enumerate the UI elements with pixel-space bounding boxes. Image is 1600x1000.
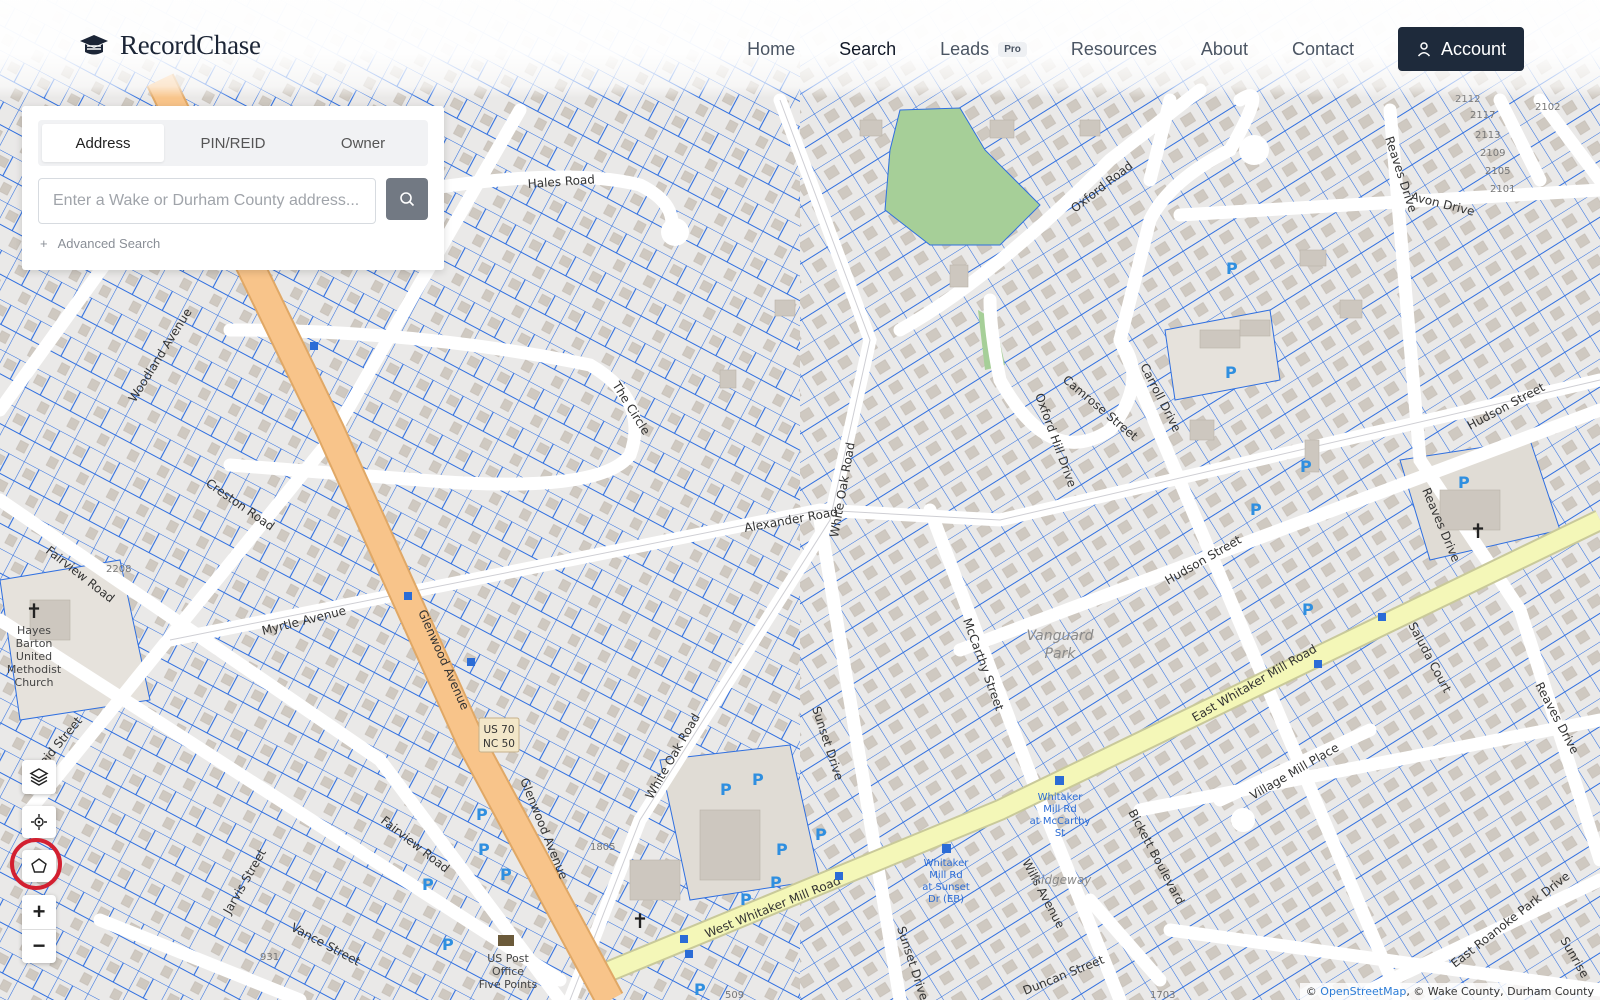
svg-text:2101: 2101 (1490, 184, 1515, 195)
svg-text:2109: 2109 (1480, 148, 1505, 159)
nav-contact[interactable]: Contact (1292, 27, 1354, 71)
svg-text:Office: Office (492, 965, 524, 978)
account-button[interactable]: Account (1398, 27, 1524, 71)
park-label: Vanguard (1026, 628, 1093, 644)
svg-text:P: P (815, 825, 827, 844)
locate-button[interactable] (22, 806, 56, 838)
tab-address[interactable]: Address (42, 124, 164, 162)
nav-about[interactable]: About (1201, 27, 1248, 71)
search-button[interactable] (386, 178, 428, 220)
search-icon (400, 192, 415, 207)
zoom-control: + − (22, 895, 56, 963)
svg-text:Five Points: Five Points (479, 978, 538, 991)
church-icon: ✝ (26, 601, 43, 623)
svg-text:2117: 2117 (1470, 110, 1495, 121)
svg-text:P: P (422, 875, 434, 894)
svg-text:Church: Church (15, 676, 54, 689)
tab-pin-reid[interactable]: PIN/REID (172, 124, 294, 162)
svg-text:US Post: US Post (487, 952, 529, 965)
svg-text:1805: 1805 (590, 842, 615, 853)
svg-text:P: P (1458, 473, 1470, 492)
svg-text:Dr (EB): Dr (EB) (928, 894, 964, 905)
svg-text:Whitaker: Whitaker (1038, 792, 1084, 803)
address-search-input[interactable] (38, 178, 376, 224)
polygon-draw-icon (31, 858, 47, 873)
svg-text:Barton: Barton (16, 637, 53, 650)
zoom-in-button[interactable]: + (22, 895, 56, 930)
park-label: Park (1045, 646, 1077, 662)
osm-link[interactable]: OpenStreetMap (1320, 985, 1406, 998)
layers-button[interactable] (22, 760, 56, 794)
zoom-out-button[interactable]: − (22, 930, 56, 964)
nav-home[interactable]: Home (747, 27, 795, 71)
svg-text:P: P (442, 935, 454, 954)
svg-text:P: P (752, 770, 764, 789)
bus-stop-icon (942, 844, 951, 853)
nav-search[interactable]: Search (839, 27, 896, 71)
svg-text:P: P (694, 980, 706, 999)
svg-text:Mill Rd: Mill Rd (929, 870, 962, 881)
svg-text:P: P (1250, 500, 1262, 519)
advanced-search-toggle[interactable]: + Advanced Search (40, 236, 160, 251)
draw-polygon-button[interactable] (22, 850, 56, 882)
svg-text:P: P (500, 865, 512, 884)
svg-text:1703: 1703 (1150, 990, 1175, 1000)
svg-text:P: P (1300, 457, 1312, 476)
church-icon: ✝ (632, 911, 649, 933)
user-icon (1417, 42, 1431, 57)
svg-text:Methodist: Methodist (7, 663, 62, 676)
bus-stop-icon (1055, 776, 1064, 785)
svg-text:US 70: US 70 (483, 724, 514, 736)
svg-text:P: P (478, 840, 490, 859)
svg-text:P: P (1226, 259, 1238, 278)
svg-text:2113: 2113 (1475, 130, 1500, 141)
tab-owner[interactable]: Owner (302, 124, 424, 162)
locate-icon (31, 814, 47, 830)
svg-text:2105: 2105 (1485, 166, 1510, 177)
svg-text:P: P (1302, 600, 1314, 619)
brand-logo[interactable]: RecordChase (78, 30, 261, 61)
post-office-icon (498, 935, 514, 946)
svg-text:at McCarthy: at McCarthy (1030, 816, 1091, 827)
pro-badge: Pro (998, 41, 1027, 57)
site-header: RecordChase Home Search Leads Pro Resour… (0, 0, 1600, 98)
svg-text:P: P (720, 780, 732, 799)
nav-resources[interactable]: Resources (1071, 27, 1157, 71)
search-tabs: Address PIN/REID Owner (38, 120, 428, 166)
svg-text:931: 931 (260, 952, 279, 963)
svg-text:P: P (770, 873, 782, 892)
advanced-search-label: Advanced Search (57, 236, 161, 251)
nav-leads[interactable]: Leads Pro (940, 27, 1027, 71)
svg-text:St: St (1055, 828, 1065, 839)
main-nav: Home Search Leads Pro Resources About Co… (703, 27, 1524, 71)
nav-leads-label: Leads (940, 38, 990, 59)
svg-text:509: 509 (725, 990, 744, 1000)
map-attribution: © OpenStreetMap, © Wake County, Durham C… (1299, 983, 1600, 1000)
copyright-symbol: © (1305, 985, 1317, 998)
svg-text:P: P (776, 840, 788, 859)
area-label: Ridgeway (1033, 873, 1092, 887)
svg-text:Mill Rd: Mill Rd (1043, 804, 1076, 815)
svg-text:United: United (16, 650, 52, 663)
svg-text:NC 50: NC 50 (483, 738, 515, 750)
search-panel: Address PIN/REID Owner + Advanced Search (22, 106, 444, 270)
plus-icon: + (40, 236, 48, 251)
svg-text:P: P (740, 890, 752, 909)
svg-text:2102: 2102 (1535, 102, 1560, 113)
church-icon: ✝ (1470, 521, 1487, 543)
layers-icon (29, 768, 49, 786)
graduation-cap-icon (80, 34, 108, 54)
attribution-rest: , © Wake County, Durham County (1406, 985, 1594, 998)
svg-text:P: P (1225, 363, 1237, 382)
svg-text:Whitaker: Whitaker (924, 858, 970, 869)
brand-name: RecordChase (120, 30, 261, 60)
svg-text:at Sunset: at Sunset (922, 882, 970, 893)
svg-text:2208: 2208 (106, 564, 131, 575)
svg-text:Hayes: Hayes (17, 624, 51, 637)
svg-text:P: P (476, 805, 488, 824)
account-label: Account (1440, 38, 1507, 59)
